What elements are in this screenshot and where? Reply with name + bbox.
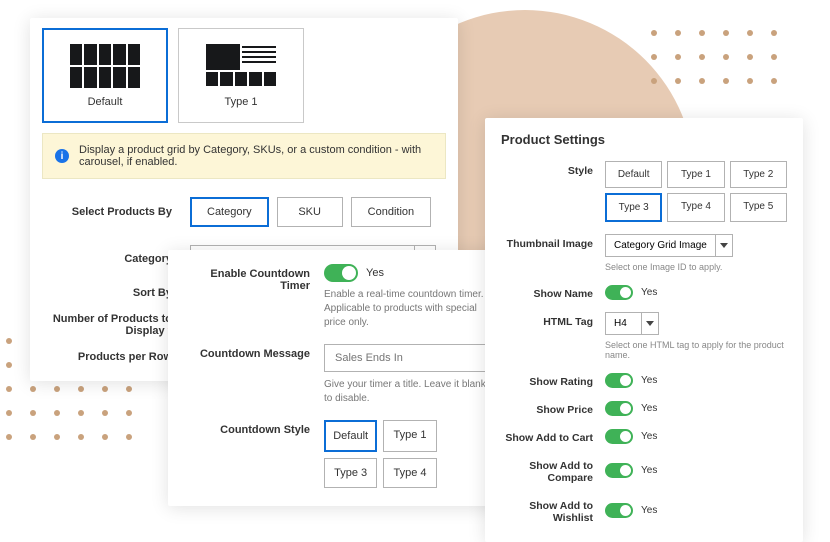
style-default[interactable]: Default — [605, 161, 662, 188]
product-settings-heading: Product Settings — [501, 132, 787, 147]
info-icon: i — [55, 149, 69, 163]
show-cart-label: Show Add to Cart — [501, 428, 605, 444]
style-type1[interactable]: Type 1 — [667, 161, 724, 188]
select-by-category-button[interactable]: Category — [190, 197, 269, 227]
toggle-value: Yes — [366, 267, 384, 279]
decorative-dots-right — [651, 30, 777, 84]
style-type4[interactable]: Type 4 — [667, 193, 724, 222]
thumbnail-select[interactable] — [605, 234, 733, 257]
countdown-style-type1[interactable]: Type 1 — [383, 420, 436, 452]
countdown-message-label: Countdown Message — [182, 344, 324, 406]
layout-option-label: Type 1 — [224, 96, 257, 108]
chevron-down-icon[interactable] — [641, 312, 659, 335]
countdown-style-type4[interactable]: Type 4 — [383, 458, 436, 488]
toggle-value: Yes — [641, 375, 657, 386]
show-rating-label: Show Rating — [501, 372, 605, 388]
enable-countdown-label: Enable Countdown Timer — [182, 264, 324, 330]
show-compare-label: Show Add to Compare — [501, 456, 605, 484]
show-name-toggle[interactable] — [605, 285, 633, 300]
thumbnail-input[interactable] — [605, 234, 715, 257]
countdown-message-input[interactable] — [324, 344, 496, 372]
countdown-style-label: Countdown Style — [182, 420, 324, 488]
show-rating-toggle[interactable] — [605, 373, 633, 388]
countdown-panel: Enable Countdown Timer Yes Enable a real… — [168, 250, 510, 506]
style-type5[interactable]: Type 5 — [730, 193, 787, 222]
toggle-value: Yes — [641, 431, 657, 442]
layout-option-default[interactable]: Default — [42, 28, 168, 123]
featured-grid-icon — [206, 44, 276, 88]
grid-icon — [70, 44, 140, 88]
toggle-value: Yes — [641, 465, 657, 476]
show-cart-toggle[interactable] — [605, 429, 633, 444]
info-banner: i Display a product grid by Category, SK… — [42, 133, 446, 179]
html-tag-select[interactable] — [605, 312, 659, 335]
style-type2[interactable]: Type 2 — [730, 161, 787, 188]
html-tag-help: Select one HTML tag to apply for the pro… — [605, 340, 787, 360]
product-settings-panel: Product Settings Style Default Type 1 Ty… — [485, 118, 803, 542]
chevron-down-icon[interactable] — [715, 234, 733, 257]
countdown-style-default[interactable]: Default — [324, 420, 377, 452]
select-by-condition-button[interactable]: Condition — [351, 197, 431, 227]
html-tag-label: HTML Tag — [501, 312, 605, 360]
thumbnail-label: Thumbnail Image — [501, 234, 605, 272]
select-products-by-label: Select Products By — [42, 206, 190, 218]
show-name-label: Show Name — [501, 284, 605, 300]
style-type3[interactable]: Type 3 — [605, 193, 662, 222]
enable-countdown-toggle[interactable] — [324, 264, 358, 282]
countdown-message-help: Give your timer a title. Leave it blank … — [324, 378, 496, 406]
info-text: Display a product grid by Category, SKUs… — [79, 144, 433, 168]
toggle-value: Yes — [641, 403, 657, 414]
show-wishlist-label: Show Add to Wishlist — [501, 496, 605, 524]
layout-option-label: Default — [88, 96, 123, 108]
countdown-style-type3[interactable]: Type 3 — [324, 458, 377, 488]
layout-option-type1[interactable]: Type 1 — [178, 28, 304, 123]
enable-countdown-help: Enable a real-time countdown timer. Appl… — [324, 288, 496, 330]
toggle-value: Yes — [641, 287, 657, 298]
show-compare-toggle[interactable] — [605, 463, 633, 478]
show-price-toggle[interactable] — [605, 401, 633, 416]
thumbnail-help: Select one Image ID to apply. — [605, 262, 787, 272]
html-tag-input[interactable] — [605, 312, 641, 335]
select-by-sku-button[interactable]: SKU — [277, 197, 343, 227]
toggle-value: Yes — [641, 505, 657, 516]
show-wishlist-toggle[interactable] — [605, 503, 633, 518]
style-label: Style — [501, 161, 605, 222]
show-price-label: Show Price — [501, 400, 605, 416]
